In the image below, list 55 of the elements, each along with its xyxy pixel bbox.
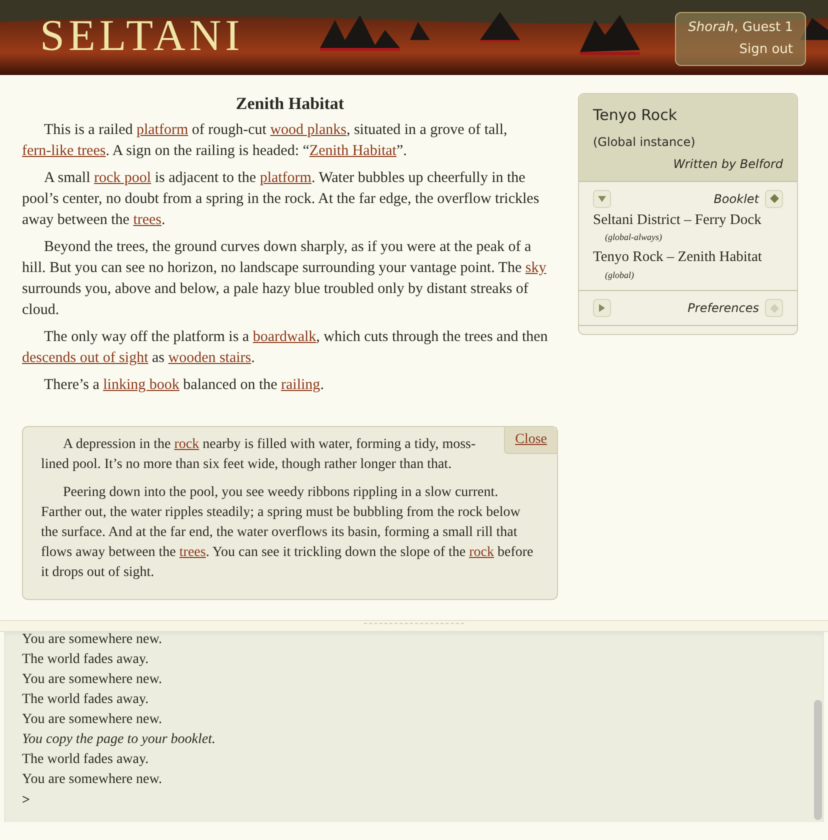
scope-label: (global-always) — [604, 231, 663, 244]
log-line: You are somewhere new. — [22, 632, 163, 649]
text-link[interactable]: trees — [133, 212, 162, 228]
text-link[interactable]: trees — [179, 545, 206, 560]
text-link[interactable]: rock — [469, 545, 494, 560]
text-link[interactable]: boardwalk — [252, 329, 316, 345]
scrollbar-thumb[interactable] — [814, 700, 822, 820]
text-link[interactable]: rock — [174, 437, 200, 452]
text-link[interactable]: railing — [281, 377, 320, 393]
toggle-button[interactable] — [593, 190, 611, 208]
log-line: The world fades away. — [22, 751, 150, 769]
close-button[interactable]: Close — [504, 427, 557, 454]
booklet-entry[interactable]: Tenyo Rock – Zenith Habitat — [593, 246, 783, 268]
booklet-entry[interactable]: Seltani District – Ferry Dock — [593, 210, 783, 232]
user-name: Shorah, Guest 1 — [688, 19, 793, 37]
log-line: The world fades away. — [22, 691, 150, 709]
text-link[interactable]: linking book — [103, 377, 180, 393]
world-title: Tenyo Rock — [593, 105, 678, 126]
text-link[interactable]: sky — [525, 260, 546, 276]
pin-button[interactable] — [765, 190, 783, 208]
paragraph: A small rock pool is adjacent to the platform. Water bubbles up cheerfully in the pool’s center, no doubt from a spring in the rock. At the far edge, the overflow trickles away between the trees. — [22, 169, 540, 230]
text-link[interactable]: wood planks — [270, 122, 346, 138]
site-logo: SELTANI — [40, 14, 244, 58]
text-link[interactable]: Zenith Habitat — [309, 143, 396, 159]
resize-handle[interactable] — [364, 623, 464, 624]
triangle-down-icon — [598, 194, 606, 202]
diamond-icon — [770, 194, 778, 203]
section-label: Booklet — [714, 190, 759, 208]
paragraph: Beyond the trees, the ground curves down sharply, as if you were at the peak of a hill. But you can see no horizon, no landscape surrounding your vantage point. The sky surrounds you, above and below, a pale hazy blue troubled only by distant streaks of cloud. — [22, 238, 548, 320]
room-title: Zenith Habitat — [234, 93, 346, 114]
log-line: You are somewhere new. — [22, 771, 163, 789]
text-link[interactable]: wooden stairs — [168, 350, 252, 366]
paragraph: Peering down into the pool, you see weedy ribbons rippling in a slow current. Farther out, the water ripples steadily; a spring must be bubbling from the rock below the surface. And at the far end, the water overflows its basin, forming a small rill that flows away between the trees. You can see it trickling down the slope of the rock before it drops out of sight. — [41, 484, 534, 582]
command-prompt[interactable]: > — [22, 791, 824, 811]
paragraph: This is a railed platform of rough-cut wood planks, situated in a grove of tall, fern-like trees. A sign on the railing is headed: “Zenith Habitat”. — [22, 121, 508, 161]
text-link[interactable]: descends out of sight — [22, 350, 148, 366]
triangle-right-icon — [598, 304, 606, 312]
world-subtitle: (Global instance) — [593, 134, 696, 150]
sign-out-link[interactable]: Sign out — [688, 39, 793, 61]
toggle-button[interactable] — [593, 299, 611, 317]
diamond-icon — [770, 304, 778, 312]
section-label: Preferences — [688, 300, 759, 317]
text-link[interactable]: fern-like trees — [22, 143, 106, 159]
scope-label: (global) — [604, 268, 635, 282]
paragraph: There’s a linking book balanced on the railing. — [43, 376, 325, 395]
log-line: You are somewhere new. — [22, 671, 163, 689]
text-link[interactable]: platform — [260, 170, 312, 186]
paragraph: A depression in the rock nearby is filled with water, forming a tidy, moss-lined pool. It’s no more than six feet wide, though rather longer than that. — [41, 436, 477, 474]
text-link[interactable]: platform — [136, 122, 188, 138]
text-link[interactable]: rock pool — [94, 170, 152, 186]
log-line: You copy the page to your booklet. — [22, 731, 217, 749]
log-line: You are somewhere new. — [22, 711, 163, 729]
author-credit: Written by Belford — [672, 156, 783, 172]
paragraph: The only way off the platform is a boardwalk, which cuts through the trees and then descends out of sight as wooden stairs. — [22, 328, 549, 368]
log-line: The world fades away. — [22, 651, 150, 669]
